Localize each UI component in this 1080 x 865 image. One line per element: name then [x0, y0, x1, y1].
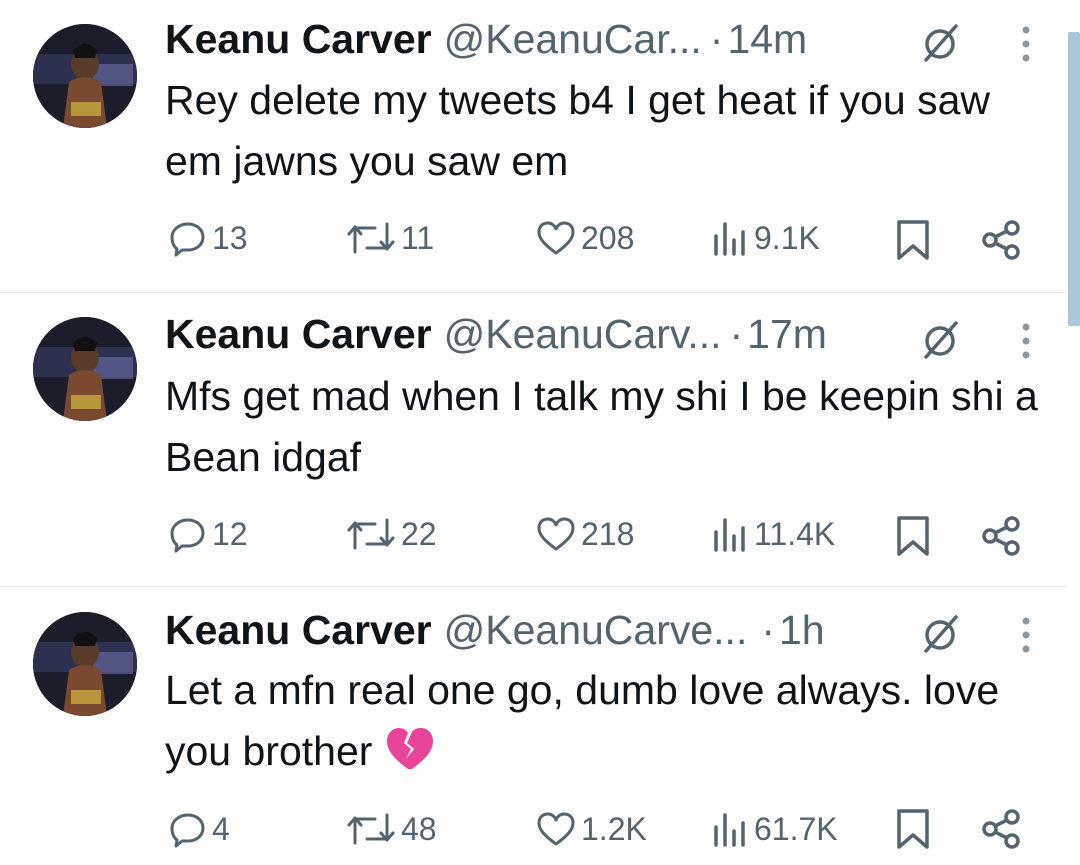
- tweet-header: Keanu Carver @KeanuCarve... · 1h: [165, 605, 825, 655]
- separator: ·: [709, 16, 724, 62]
- more-icon[interactable]: [1016, 613, 1036, 657]
- views-count: 11.4K: [754, 515, 836, 552]
- avatar[interactable]: [33, 24, 137, 128]
- repost-count: 11: [401, 219, 435, 256]
- heart-icon: [537, 221, 575, 255]
- bookmark-icon: [897, 220, 929, 260]
- bookmark-button[interactable]: [893, 514, 933, 558]
- bookmark-button[interactable]: [893, 218, 933, 262]
- more-icon[interactable]: [1016, 319, 1036, 363]
- repost-button[interactable]: 11: [345, 218, 434, 258]
- bookmark-icon: [897, 809, 929, 849]
- tweet-header: Keanu Carver @KeanuCar... · 14m: [165, 14, 807, 64]
- tweet[interactable]: Keanu Carver @KeanuCarv... · 17m Mfs get…: [0, 293, 1080, 586]
- views-button[interactable]: 11.4K: [710, 514, 835, 554]
- repost-count: 48: [401, 810, 437, 847]
- separator: ·: [761, 607, 775, 653]
- views-button[interactable]: 9.1K: [710, 218, 820, 258]
- avatar-image: [33, 24, 137, 128]
- reply-count: 13: [212, 219, 248, 256]
- bookmark-icon: [897, 516, 929, 556]
- avatar[interactable]: [33, 317, 137, 421]
- grok-icon[interactable]: [918, 611, 962, 655]
- display-name[interactable]: Keanu Carver: [165, 309, 432, 359]
- tweet[interactable]: Keanu Carver @KeanuCar... · 14m Rey dele…: [0, 0, 1080, 292]
- repost-button[interactable]: 22: [345, 514, 437, 554]
- repost-icon: [347, 813, 395, 845]
- broken-heart-icon: [386, 728, 433, 769]
- grok-icon[interactable]: [918, 20, 962, 64]
- tweet-text-body: Rey delete my tweets b4 I get heat if yo…: [165, 77, 1002, 184]
- views-icon: [714, 222, 745, 256]
- tweet-header: Keanu Carver @KeanuCarv... · 17m: [165, 309, 827, 359]
- grok-icon[interactable]: [918, 317, 962, 361]
- views-count: 9.1K: [754, 219, 820, 256]
- views-icon: [714, 813, 745, 847]
- timestamp[interactable]: 1h: [779, 605, 825, 655]
- reply-count: 12: [212, 515, 248, 552]
- like-button[interactable]: 208: [535, 218, 634, 258]
- reply-button[interactable]: 12: [168, 514, 248, 554]
- views-count: 61.7K: [754, 810, 838, 847]
- avatar[interactable]: [33, 612, 137, 716]
- repost-button[interactable]: 48: [345, 809, 437, 849]
- views-icon: [714, 518, 745, 552]
- reply-count: 4: [212, 810, 230, 847]
- like-button[interactable]: 1.2K: [535, 809, 647, 849]
- repost-icon: [347, 222, 395, 254]
- display-name[interactable]: Keanu Carver: [165, 605, 432, 655]
- tweet-text: Let a mfn real one go, dumb love always.…: [165, 660, 1055, 782]
- views-button[interactable]: 61.7K: [710, 809, 838, 849]
- like-button[interactable]: 218: [535, 514, 634, 554]
- user-handle[interactable]: @KeanuCarv...: [444, 309, 722, 359]
- tweet-text: Mfs get mad when I talk my shi I be keep…: [165, 366, 1055, 488]
- reply-icon: [170, 813, 205, 848]
- reply-button[interactable]: 13: [168, 218, 248, 258]
- reply-button[interactable]: 4: [168, 809, 230, 849]
- timestamp[interactable]: 17m: [747, 309, 827, 359]
- share-icon: [982, 220, 1020, 260]
- tweet-text-body: Mfs get mad when I talk my shi I be keep…: [165, 373, 1050, 480]
- user-handle[interactable]: @KeanuCar...: [444, 14, 702, 64]
- share-button[interactable]: [980, 218, 1024, 262]
- repost-count: 22: [401, 515, 437, 552]
- avatar-image: [33, 612, 137, 716]
- bookmark-button[interactable]: [893, 807, 933, 851]
- timestamp[interactable]: 14m: [727, 14, 807, 64]
- reply-icon: [170, 518, 205, 553]
- separator: ·: [729, 311, 744, 357]
- tweet[interactable]: Keanu Carver @KeanuCarve... · 1h Let a m…: [0, 587, 1080, 865]
- tweet-text-body: Let a mfn real one go, dumb love always.…: [165, 667, 1011, 774]
- repost-icon: [347, 518, 395, 550]
- heart-icon: [537, 517, 575, 551]
- like-count: 1.2K: [581, 810, 647, 847]
- avatar-image: [33, 317, 137, 421]
- reply-icon: [170, 222, 205, 257]
- heart-icon: [537, 812, 575, 846]
- like-count: 208: [581, 219, 635, 256]
- share-button[interactable]: [980, 807, 1024, 851]
- share-icon: [982, 516, 1020, 556]
- more-icon[interactable]: [1016, 22, 1036, 66]
- share-icon: [982, 809, 1020, 849]
- display-name[interactable]: Keanu Carver: [165, 14, 432, 64]
- share-button[interactable]: [980, 514, 1024, 558]
- like-count: 218: [581, 515, 635, 552]
- tweet-text: Rey delete my tweets b4 I get heat if yo…: [165, 70, 1055, 192]
- user-handle[interactable]: @KeanuCarve...: [444, 605, 748, 655]
